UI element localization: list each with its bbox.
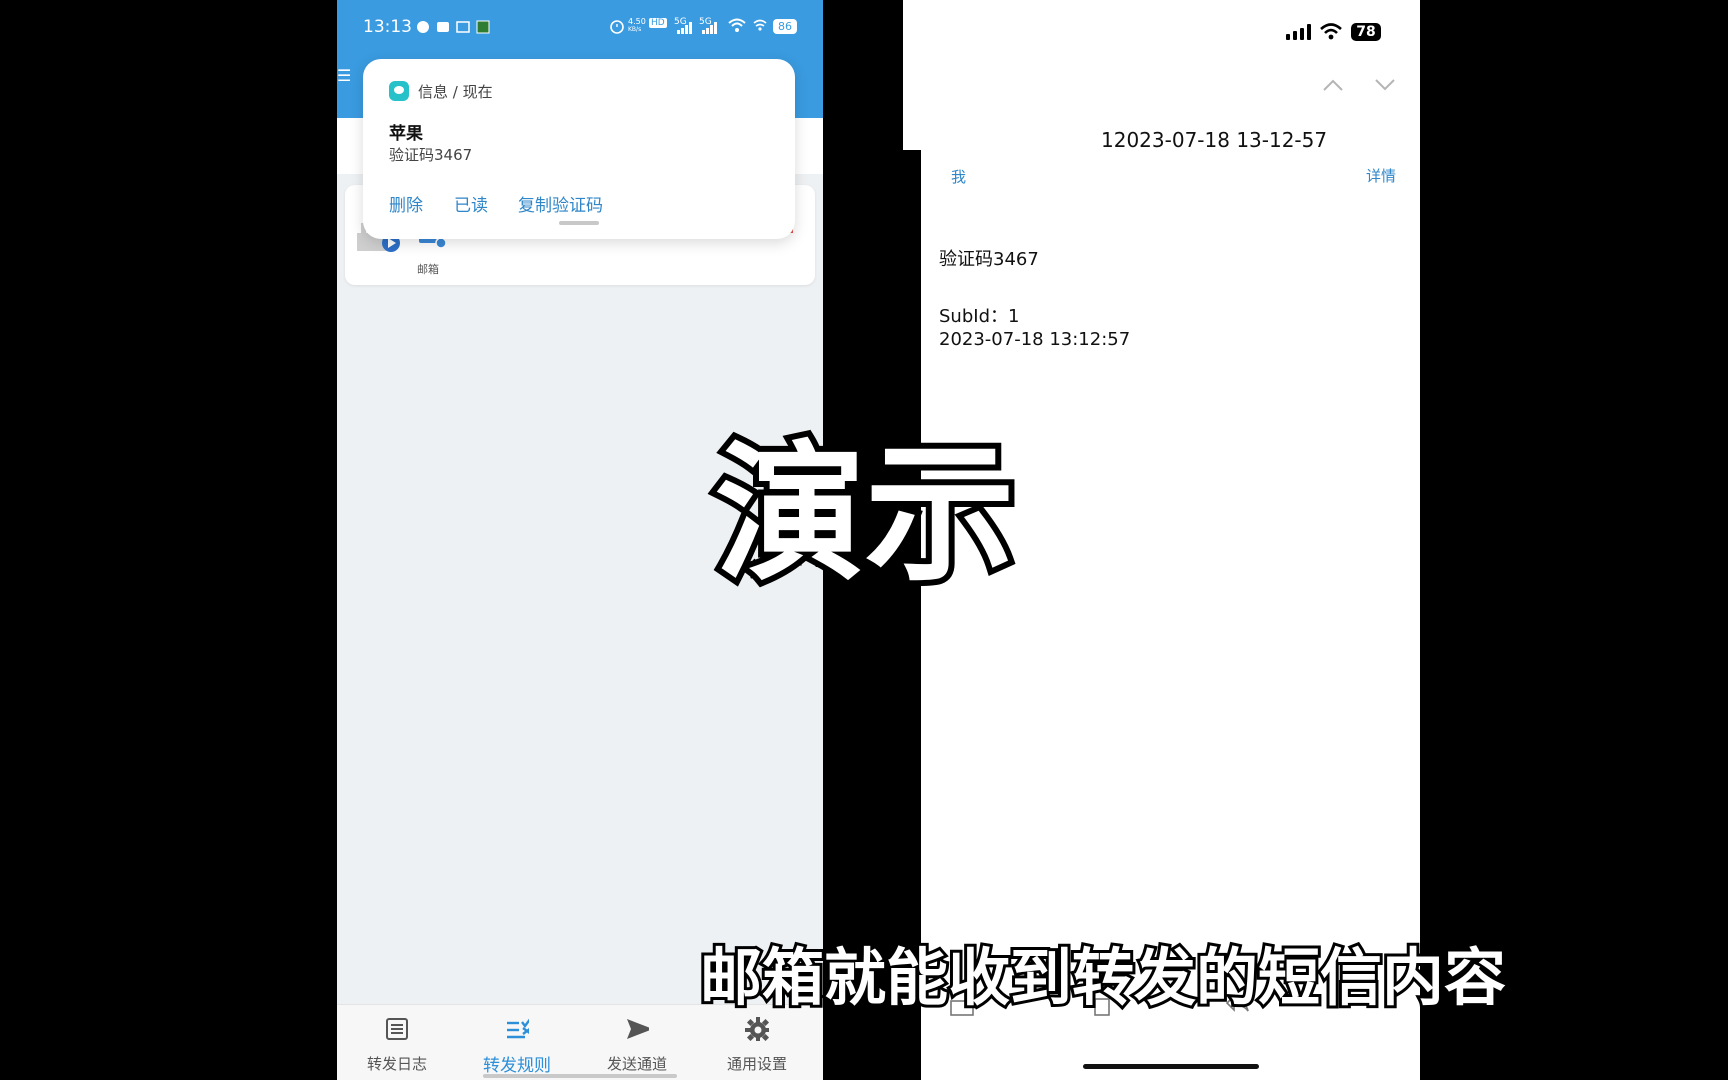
nav-label-send-channel: 发送通道	[606, 1055, 667, 1073]
demo-caption-text: 演示	[715, 428, 1015, 596]
nav-label-forward-rules: 转发规则	[483, 1056, 551, 1076]
mail-body-timestamp: 2023-07-18 13:12:57	[939, 329, 1131, 350]
rules-icon	[507, 1018, 529, 1039]
nav-item-send-channel[interactable]: 发送通道	[577, 1005, 697, 1080]
mark-read-button[interactable]: 已读	[454, 191, 488, 216]
menu-icon[interactable]: ☰	[337, 66, 351, 85]
bottom-navigation: 转发日志 转发规则 发送通道 通用设置	[337, 1004, 823, 1080]
wifi-icon-right	[1320, 23, 1342, 40]
hd-badge: HD	[649, 18, 667, 28]
net-speed-unit: KB/s	[628, 26, 642, 33]
mail-details-link[interactable]: 详情	[1366, 165, 1396, 186]
notification-title: 苹果	[389, 124, 423, 144]
copy-code-button[interactable]: 复制验证码	[518, 191, 603, 216]
mail-label: 邮箱	[417, 263, 439, 276]
signal-icon-1	[677, 22, 692, 34]
message-app-icon	[389, 81, 409, 101]
gear-icon	[745, 1017, 769, 1041]
mail-body-code: 验证码3467	[939, 249, 1039, 270]
home-indicator-right[interactable]	[1083, 1064, 1259, 1069]
nav-item-forward-rules[interactable]: 转发规则	[457, 1005, 577, 1080]
notification-body: 验证码3467	[389, 146, 473, 164]
chevron-down-icon[interactable]	[1374, 78, 1396, 92]
mail-sender[interactable]: 我	[951, 166, 966, 187]
delete-button[interactable]: 删除	[389, 191, 423, 216]
notification-app-header: 信息 / 现在	[418, 83, 493, 101]
send-icon	[627, 1019, 649, 1039]
subtitle-caption: 邮箱就能收到转发的短信内容	[700, 938, 1509, 1015]
list-icon	[386, 1018, 408, 1040]
cellular-signal-icon	[1286, 24, 1311, 40]
signal-icon-2	[702, 22, 717, 34]
net-speed: 4.50	[628, 17, 646, 26]
mail-subject: 12023-07-18 13-12-57	[1101, 128, 1328, 152]
home-indicator[interactable]	[483, 1074, 677, 1078]
battery-indicator-right: 78	[1351, 23, 1381, 41]
notification-drag-handle[interactable]	[559, 221, 599, 225]
wifi-icon-2	[753, 19, 767, 31]
wifi-icon	[728, 18, 746, 32]
nav-item-general-settings[interactable]: 通用设置	[697, 1005, 817, 1080]
nav-label-general-settings: 通用设置	[726, 1055, 787, 1073]
status-notification-icons	[417, 20, 490, 34]
subtitle-caption-text: 邮箱就能收到转发的短信内容	[700, 941, 1506, 1014]
chevron-up-icon[interactable]	[1322, 78, 1344, 92]
sms-notification-popup[interactable]: 信息 / 现在 苹果 验证码3467 删除 已读 复制验证码	[363, 59, 795, 239]
status-time: 13:13	[363, 17, 412, 37]
demo-caption: 演示	[709, 426, 1021, 596]
nav-item-forward-log[interactable]: 转发日志	[337, 1005, 457, 1080]
mail-body-subid: SubId：1	[939, 306, 1020, 327]
battery-indicator: 86	[773, 19, 797, 34]
nav-label-forward-log: 转发日志	[366, 1055, 427, 1073]
alarm-icon	[610, 20, 624, 34]
